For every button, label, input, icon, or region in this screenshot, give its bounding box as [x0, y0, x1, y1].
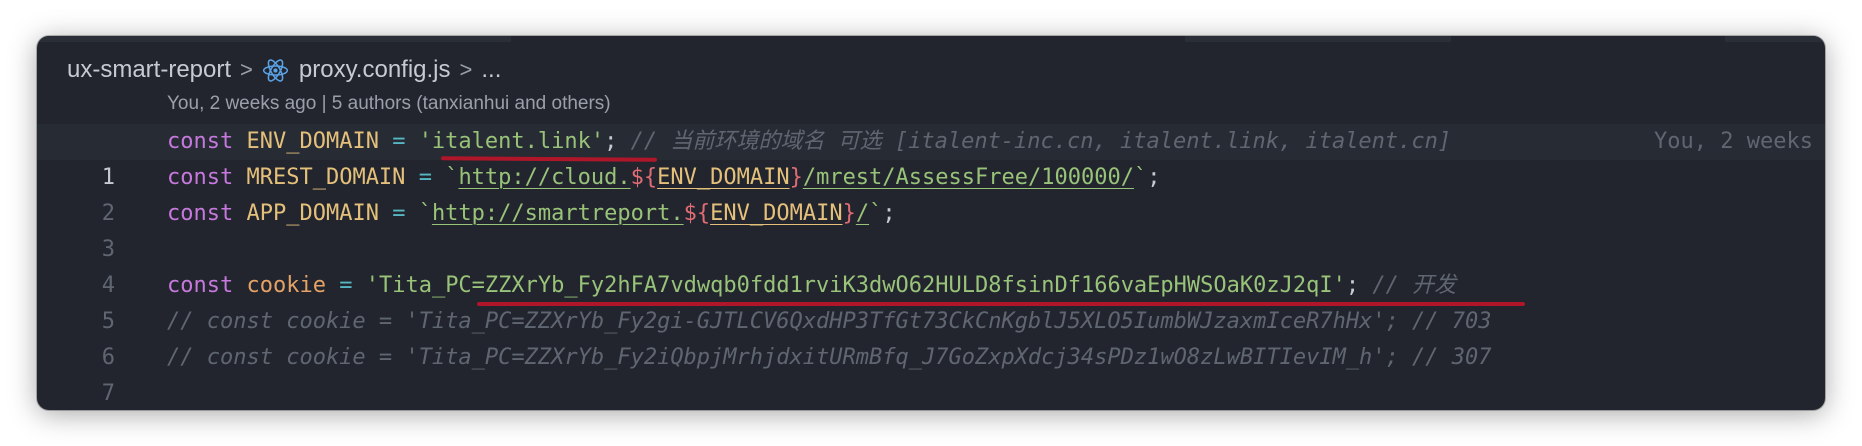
inline-blame: You, 2 weeks [1654, 129, 1813, 154]
breadcrumb-folder[interactable]: ux-smart-report [67, 56, 231, 84]
line-content: const APP_DOMAIN = `http://smartreport.$… [167, 196, 896, 232]
editor-window: ux-smart-report > proxy.config.js > ... … [37, 36, 1825, 410]
punctuation: ; [882, 201, 896, 226]
operator: = [418, 165, 432, 190]
code-line[interactable]: 3 const APP_DOMAIN = `http://smartreport… [37, 196, 1825, 262]
punctuation: ; [1147, 165, 1161, 190]
code-line[interactable]: 5 const cookie = 'Tita_PC=ZZXrYb_Fy2hFA7… [37, 268, 1825, 334]
code-editor[interactable]: 1 const ENV_DOMAIN = 'italent.link'; // … [37, 124, 1825, 410]
code-line[interactable]: 8 [37, 376, 1825, 410]
url-link[interactable]: http://smartreport. [432, 201, 684, 226]
identifier: APP_DOMAIN [246, 201, 379, 226]
tab-strip-edge [1185, 36, 1451, 42]
operator: = [392, 201, 406, 226]
tab-strip-edge [1725, 36, 1825, 42]
line-content: // const cookie = 'Tita_PC=ZZXrYb_Fy2iQb… [167, 340, 1492, 376]
punctuation: ; [604, 129, 618, 154]
code-line[interactable]: 1 const ENV_DOMAIN = 'italent.link'; // … [37, 124, 1825, 190]
line-content: // const cookie = 'Tita_PC=ZZXrYb_Fy2gi-… [167, 304, 1492, 340]
comment: // 开发 [1372, 273, 1457, 298]
code-line[interactable]: 2 const MREST_DOMAIN = `http://cloud.${E… [37, 160, 1825, 226]
template-tick: ` [445, 165, 459, 190]
interpolation-close: } [789, 165, 803, 190]
punctuation: ; [1345, 273, 1360, 298]
interpolation-open: ${ [630, 165, 658, 190]
template-tick: ` [418, 201, 432, 226]
identifier: MREST_DOMAIN [246, 165, 406, 190]
identifier: ENV_DOMAIN [246, 129, 379, 154]
breadcrumb: ux-smart-report > proxy.config.js > ... [67, 52, 501, 88]
keyword: const [167, 165, 234, 190]
url-link[interactable]: http://cloud. [458, 165, 630, 190]
interpolation-close: } [842, 201, 856, 226]
operator: = [339, 273, 353, 298]
breadcrumb-separator: > [240, 57, 253, 82]
keyword: const [167, 273, 234, 298]
breadcrumb-more[interactable]: ... [481, 56, 501, 84]
keyword: const [167, 201, 234, 226]
breadcrumb-separator: > [459, 57, 473, 82]
url-link[interactable]: /mrest/AssessFree/100000/ [803, 165, 1134, 190]
interpolated-variable: ENV_DOMAIN [657, 165, 790, 190]
line-content: const ENV_DOMAIN = 'italent.link'; // 当前… [167, 124, 1451, 160]
url-link[interactable]: / [856, 201, 869, 226]
template-tick: ` [869, 201, 883, 226]
react-icon [262, 57, 289, 84]
line-content: const MREST_DOMAIN = `http://cloud.${ENV… [167, 160, 1160, 196]
breadcrumb-file[interactable]: proxy.config.js [299, 56, 451, 84]
code-line[interactable]: 7 // const cookie = 'Tita_PC=ZZXrYb_Fy2i… [37, 340, 1825, 406]
comment: // 当前环境的域名 可选 [italent-inc.cn, italent.l… [630, 129, 1452, 154]
string-literal: 'Tita_PC=ZZXrYb_Fy2hFA7vdwqb0fdd1rviK3dw… [365, 273, 1346, 298]
git-codelens[interactable]: You, 2 weeks ago | 5 authors (tanxianhui… [167, 93, 611, 115]
comment: // const cookie = 'Tita_PC=ZZXrYb_Fy2iQb… [167, 345, 1492, 370]
annotation-underline [477, 302, 1525, 306]
interpolated-variable: ENV_DOMAIN [710, 201, 843, 226]
comment: // const cookie = 'Tita_PC=ZZXrYb_Fy2gi-… [167, 309, 1492, 334]
interpolation-open: ${ [683, 201, 711, 226]
tab-strip-edge [37, 36, 511, 42]
keyword: const [167, 129, 234, 154]
template-tick: ` [1133, 165, 1148, 190]
identifier: cookie [246, 273, 326, 298]
line-content: const cookie = 'Tita_PC=ZZXrYb_Fy2hFA7vd… [167, 268, 1456, 304]
code-line[interactable]: 6 // const cookie = 'Tita_PC=ZZXrYb_Fy2g… [37, 304, 1825, 370]
code-line[interactable]: 4 [37, 232, 1825, 298]
operator: = [392, 129, 406, 154]
string-literal: 'italent.link' [418, 129, 605, 154]
